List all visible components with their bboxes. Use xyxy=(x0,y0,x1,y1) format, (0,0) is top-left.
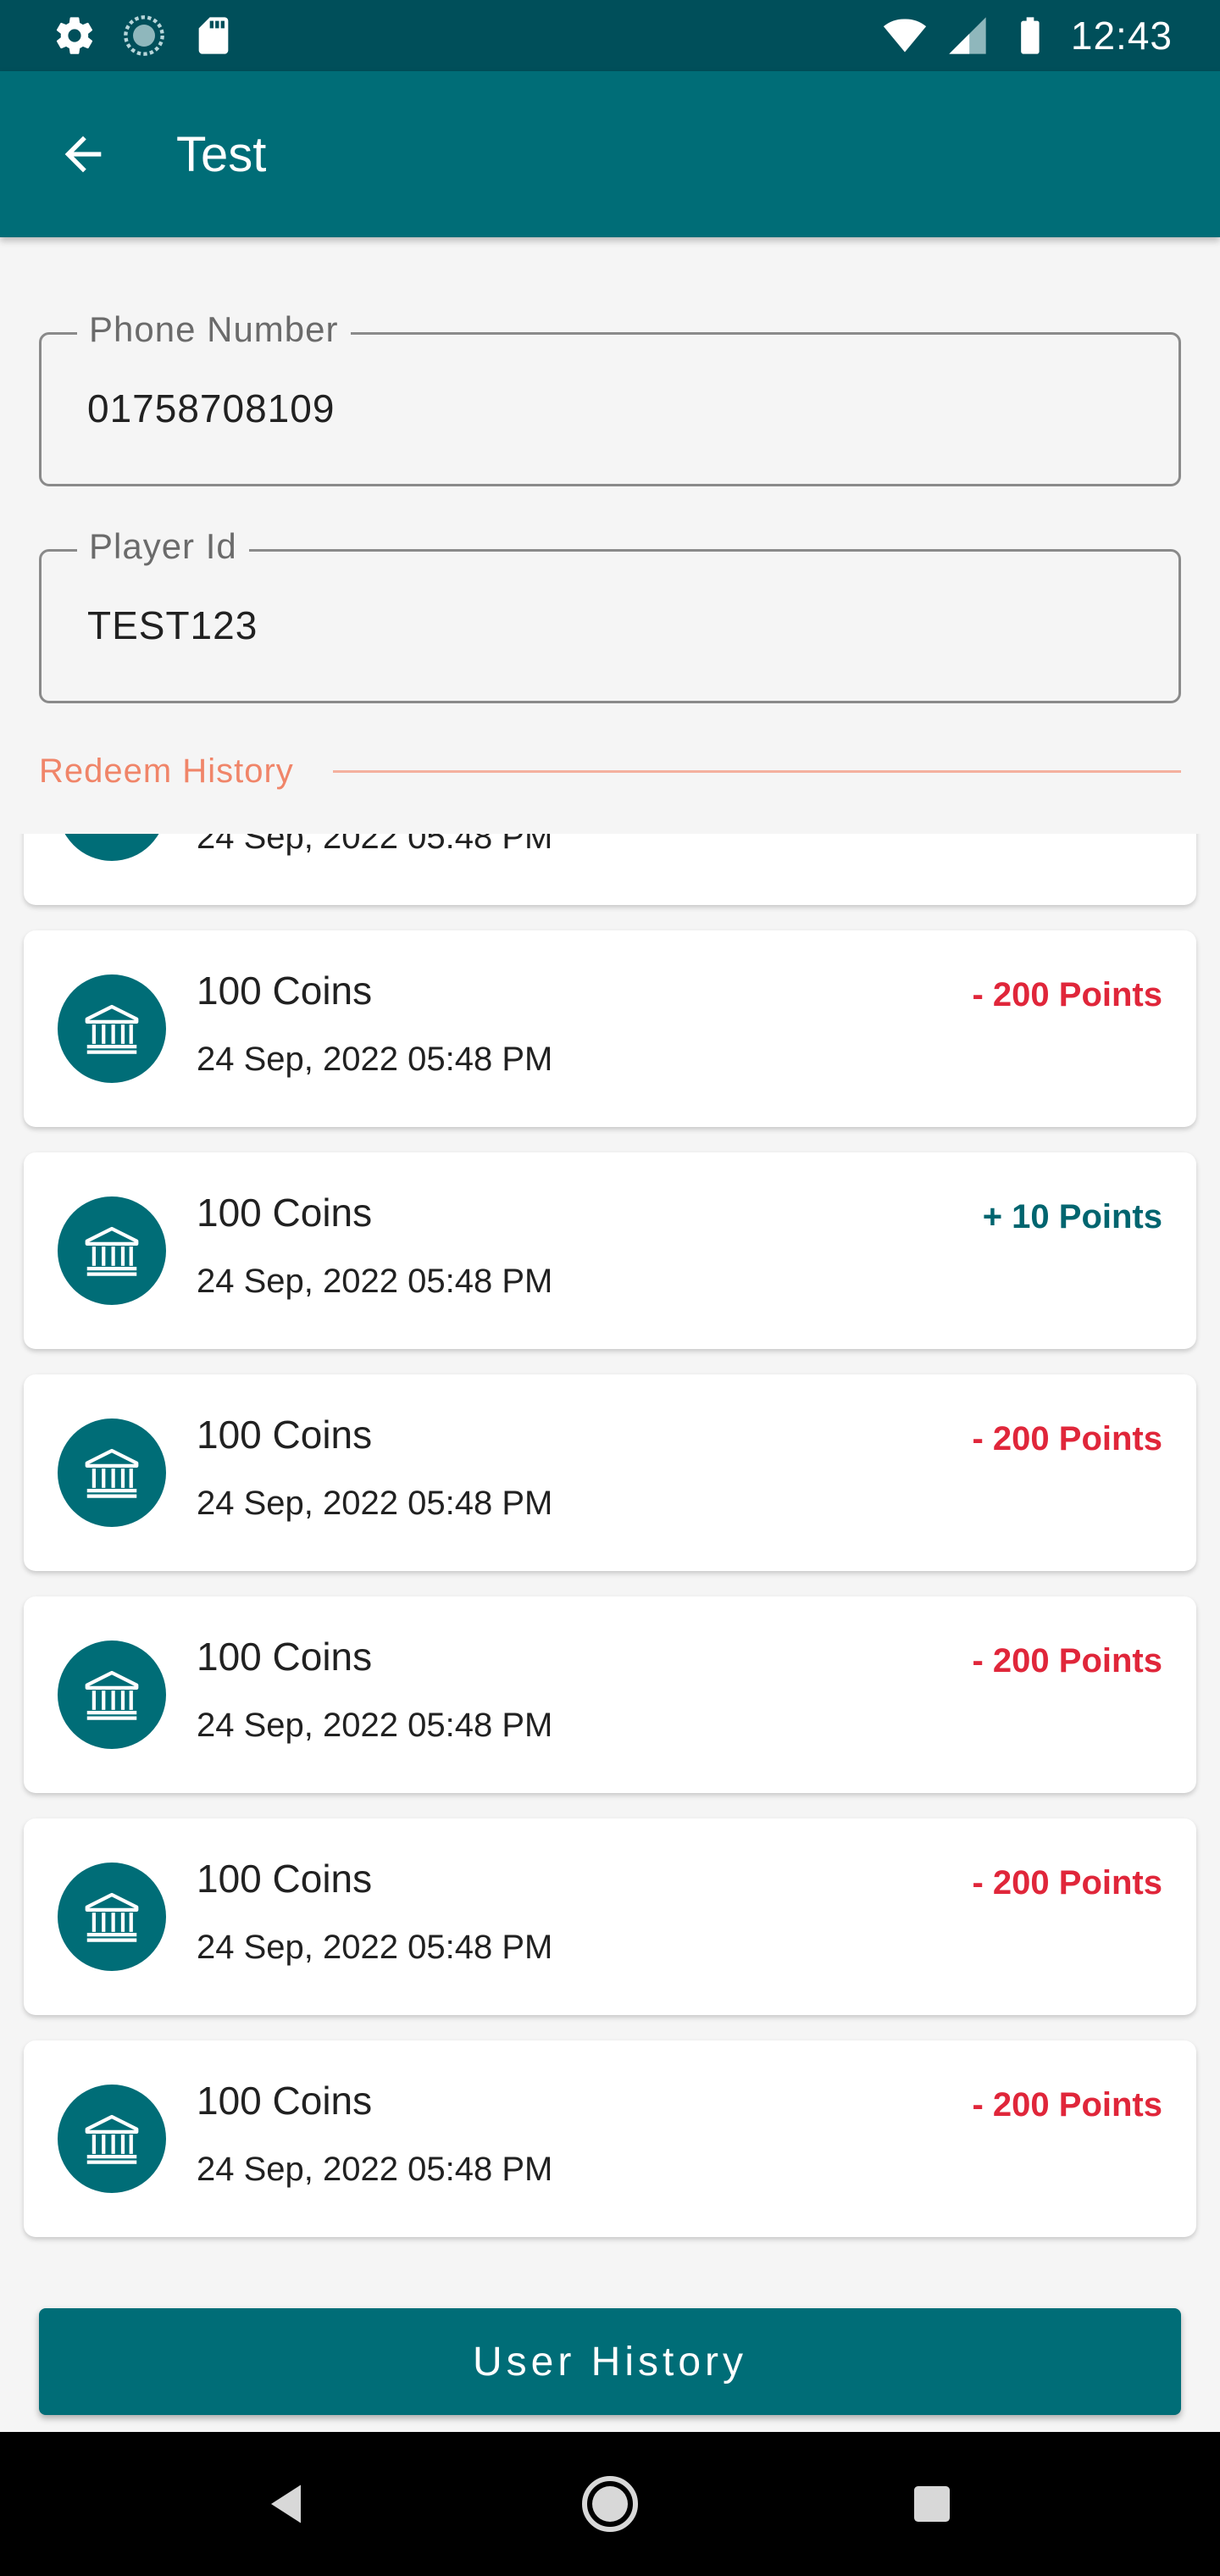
back-button[interactable] xyxy=(42,114,124,195)
phone-number-field[interactable]: Phone Number 01758708109 xyxy=(39,309,1181,486)
history-card[interactable]: 100 Coins 24 Sep, 2022 05:48 PM - 200 Poin… xyxy=(24,1818,1196,2015)
history-list[interactable]: 100 Coins 24 Sep, 2022 05:48 PM - 200 Poin… xyxy=(0,834,1220,2291)
nav-back-button[interactable] xyxy=(241,2457,335,2551)
sync-icon xyxy=(124,15,164,56)
history-points: - 200 Points xyxy=(972,976,1162,1013)
history-card[interactable]: 100 Coins 24 Sep, 2022 05:48 PM - 200 Poin… xyxy=(24,930,1196,1127)
bank-icon xyxy=(58,834,166,861)
bank-icon xyxy=(58,1863,166,1971)
battery-icon xyxy=(1021,17,1040,54)
bank-icon xyxy=(58,2085,166,2193)
nav-back-icon xyxy=(271,2484,301,2523)
phone-number-value[interactable]: 01758708109 xyxy=(87,386,1104,431)
signal-icon xyxy=(949,17,986,54)
history-title: 100 Coins xyxy=(197,969,373,1013)
status-time: 12:43 xyxy=(1070,14,1173,58)
history-points: - 200 Points xyxy=(972,1420,1162,1457)
history-card[interactable]: 100 Coins 24 Sep, 2022 05:48 PM - 200 Poin… xyxy=(24,2040,1196,2237)
history-date: 24 Sep, 2022 05:48 PM xyxy=(197,1041,553,1078)
bank-icon xyxy=(58,1641,166,1749)
history-date: 24 Sep, 2022 05:48 PM xyxy=(197,1263,553,1300)
app-bar: Test xyxy=(0,71,1220,237)
history-points: - 200 Points xyxy=(972,1864,1162,1901)
nav-home-button[interactable] xyxy=(563,2457,657,2551)
wifi-icon xyxy=(883,19,927,53)
settings-icon xyxy=(56,17,93,54)
status-bar: 12:43 xyxy=(0,0,1220,71)
redeem-history-header: Redeem History xyxy=(39,746,1181,797)
section-divider xyxy=(332,769,1181,773)
history-date: 24 Sep, 2022 05:48 PM xyxy=(197,1485,553,1522)
history-title: 100 Coins xyxy=(197,2079,373,2123)
status-left xyxy=(53,14,236,58)
arrow-back-icon xyxy=(64,136,102,173)
history-title: 100 Coins xyxy=(197,1635,373,1679)
bank-icon xyxy=(58,974,166,1083)
nav-recents-icon xyxy=(914,2486,950,2522)
history-date: 24 Sep, 2022 05:48 PM xyxy=(197,1929,553,1966)
player-id-label: Player Id xyxy=(77,526,249,567)
history-card[interactable]: 100 Coins 24 Sep, 2022 05:48 PM + 10 Point… xyxy=(24,1152,1196,1349)
status-right: 12:43 xyxy=(883,13,1173,58)
history-date: 24 Sep, 2022 05:48 PM xyxy=(197,834,553,856)
section-title: Redeem History xyxy=(39,752,294,790)
history-card[interactable]: 100 Coins 24 Sep, 2022 05:48 PM - 200 Poin… xyxy=(24,1374,1196,1571)
history-points: - 200 Points xyxy=(972,1642,1162,1679)
nav-home-icon xyxy=(582,2476,638,2532)
history-card[interactable]: 100 Coins24 Sep, 2022 05:48 PM- 200 Poin… xyxy=(24,834,1196,905)
bank-icon xyxy=(58,1418,166,1527)
sd-card-icon xyxy=(198,17,229,54)
page-title: Test xyxy=(176,126,267,182)
user-history-button[interactable]: User History xyxy=(39,2308,1181,2415)
history-date: 24 Sep, 2022 05:48 PM xyxy=(197,1707,553,1744)
bank-icon xyxy=(58,1196,166,1305)
history-title: 100 Coins xyxy=(197,1191,373,1235)
history-points: + 10 Points xyxy=(982,1198,1162,1235)
history-points: - 200 Points xyxy=(972,2086,1162,2124)
history-title: 100 Coins xyxy=(197,1857,373,1901)
player-id-value[interactable]: TEST123 xyxy=(87,602,1104,648)
history-card[interactable]: 100 Coins 24 Sep, 2022 05:48 PM - 200 Poin… xyxy=(24,1596,1196,1793)
history-title: 100 Coins xyxy=(197,1413,373,1457)
history-date: 24 Sep, 2022 05:48 PM xyxy=(197,2151,553,2188)
system-nav-bar xyxy=(0,2432,1220,2576)
nav-recents-button[interactable] xyxy=(885,2457,979,2551)
player-id-field[interactable]: Player Id TEST123 xyxy=(39,526,1181,703)
phone-number-label: Phone Number xyxy=(77,309,351,350)
